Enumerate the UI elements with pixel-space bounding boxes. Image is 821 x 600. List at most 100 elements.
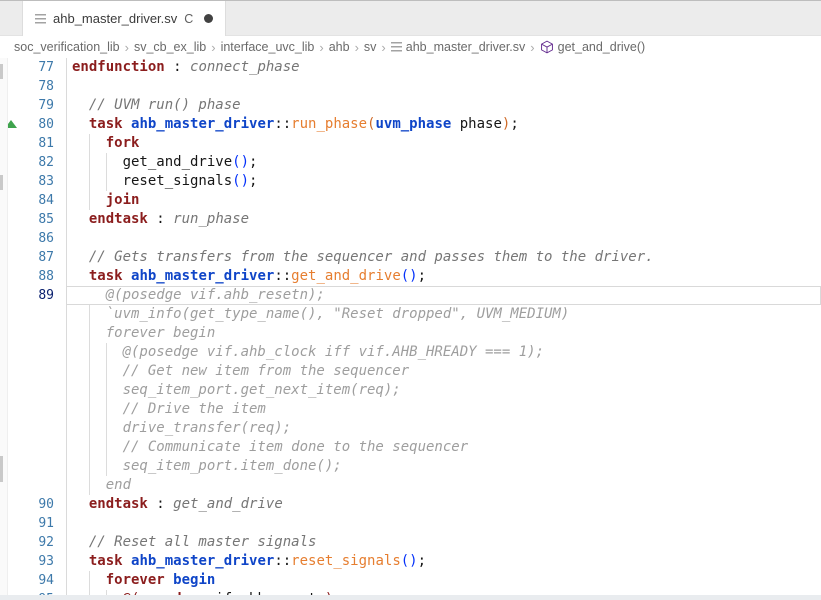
- breadcrumb-item-ahb[interactable]: ahb: [329, 40, 350, 54]
- breadcrumb: soc_verification_lib › sv_cb_ex_lib › in…: [0, 36, 821, 58]
- tab-ahb-master-driver[interactable]: ahb_master_driver.sv C: [22, 1, 226, 36]
- code-line[interactable]: 79 // UVM run() phase: [0, 96, 821, 115]
- code-line[interactable]: 87 // Gets transfers from the sequencer …: [0, 248, 821, 267]
- code-line[interactable]: 78: [0, 77, 821, 96]
- code-line[interactable]: 93 task ahb_master_driver::reset_signals…: [0, 552, 821, 571]
- code-line[interactable]: drive_transfer(req);: [0, 419, 821, 438]
- breadcrumb-item-symbol[interactable]: get_and_drive(): [540, 40, 646, 54]
- code-line[interactable]: 80 task ahb_master_driver::run_phase(uvm…: [0, 115, 821, 134]
- chevron-right-icon: ›: [211, 40, 215, 55]
- code-text: // UVM run() phase: [72, 96, 241, 115]
- breadcrumb-item-file[interactable]: ahb_master_driver.sv: [391, 40, 526, 54]
- code-line[interactable]: 92 // Reset all master signals: [0, 533, 821, 552]
- line-number[interactable]: 94: [0, 571, 54, 590]
- breadcrumb-item-sv[interactable]: sv: [364, 40, 377, 54]
- code-text: end: [72, 476, 131, 495]
- code-line[interactable]: 89 @(posedge vif.ahb_resetn);: [0, 286, 821, 305]
- code-area[interactable]: 77 endfunction : connect_phase 7879 // UVM…: [0, 58, 821, 600]
- bottom-scrollbar-area[interactable]: [0, 595, 821, 600]
- strip-mark: [0, 64, 3, 79]
- code-line[interactable]: // Drive the item: [0, 400, 821, 419]
- code-line[interactable]: // Get new item from the sequencer: [0, 362, 821, 381]
- breadcrumb-symbol-label: get_and_drive(): [558, 40, 646, 54]
- code-text: seq_item_port.item_done();: [72, 457, 342, 476]
- code-text: @(posedge vif.ahb_resetn);: [72, 286, 325, 305]
- line-number[interactable]: 84: [0, 191, 54, 210]
- code-line[interactable]: 90 endtask : get_and_drive: [0, 495, 821, 514]
- code-line[interactable]: seq_item_port.get_next_item(req);: [0, 381, 821, 400]
- code-line[interactable]: // Communicate item done to the sequence…: [0, 438, 821, 457]
- code-text: task ahb_master_driver::get_and_drive();: [72, 267, 426, 286]
- code-text: endtask : get_and_drive: [72, 495, 283, 514]
- line-number[interactable]: 93: [0, 552, 54, 571]
- code-text: reset_signals();: [72, 172, 257, 191]
- line-number[interactable]: 78: [0, 77, 54, 96]
- code-line[interactable]: 85 endtask : run_phase: [0, 210, 821, 229]
- tab-bar: ahb_master_driver.sv C: [0, 1, 821, 36]
- code-line[interactable]: 83 reset_signals();: [0, 172, 821, 191]
- code-text: @(posedge vif.ahb_clock iff vif.AHB_HREA…: [72, 343, 544, 362]
- file-lines-icon: [35, 14, 46, 24]
- vscode-editor-window: ahb_master_driver.sv C soc_verification_…: [0, 0, 821, 600]
- line-number[interactable]: 82: [0, 153, 54, 172]
- code-line[interactable]: 81 fork: [0, 134, 821, 153]
- breadcrumb-item-soc-verification-lib[interactable]: soc_verification_lib: [14, 40, 120, 54]
- code-text: drive_transfer(req);: [72, 419, 291, 438]
- code-text: seq_item_port.get_next_item(req);: [72, 381, 401, 400]
- code-line[interactable]: 82 get_and_drive();: [0, 153, 821, 172]
- line-number[interactable]: 81: [0, 134, 54, 153]
- code-text: task ahb_master_driver::reset_signals();: [72, 552, 426, 571]
- code-text: endfunction : connect_phase: [72, 58, 300, 77]
- code-text: // Get new item from the sequencer: [72, 362, 409, 381]
- code-text: // Drive the item: [72, 400, 266, 419]
- code-line[interactable]: 77 endfunction : connect_phase: [0, 58, 821, 77]
- line-number[interactable]: 90: [0, 495, 54, 514]
- code-text: // Communicate item done to the sequence…: [72, 438, 468, 457]
- code-line[interactable]: forever begin: [0, 324, 821, 343]
- line-number[interactable]: 89: [0, 286, 54, 305]
- code-text: forever begin: [72, 324, 215, 343]
- code-line[interactable]: `uvm_info(get_type_name(), "Reset droppe…: [0, 305, 821, 324]
- git-status-badge: C: [184, 12, 193, 26]
- modified-dot-icon[interactable]: [204, 14, 213, 23]
- code-line[interactable]: 94 forever begin: [0, 571, 821, 590]
- code-line[interactable]: 88 task ahb_master_driver::get_and_drive…: [0, 267, 821, 286]
- line-number[interactable]: 83: [0, 172, 54, 191]
- code-line[interactable]: 84 join: [0, 191, 821, 210]
- line-number[interactable]: 92: [0, 533, 54, 552]
- left-edge-strip: [0, 58, 8, 600]
- line-number[interactable]: 87: [0, 248, 54, 267]
- chevron-right-icon: ›: [125, 40, 129, 55]
- line-number[interactable]: 86: [0, 229, 54, 248]
- line-number[interactable]: 88: [0, 267, 54, 286]
- chevron-right-icon: ›: [530, 40, 534, 55]
- code-text: forever begin: [72, 571, 215, 590]
- code-text: `uvm_info(get_type_name(), "Reset droppe…: [72, 305, 569, 324]
- chevron-right-icon: ›: [355, 40, 359, 55]
- line-number[interactable]: 79: [0, 96, 54, 115]
- line-number[interactable]: 77: [0, 58, 54, 77]
- code-text: task ahb_master_driver::run_phase(uvm_ph…: [72, 115, 519, 134]
- symbol-method-icon: [540, 40, 554, 54]
- code-line[interactable]: seq_item_port.item_done();: [0, 457, 821, 476]
- breadcrumb-file-label: ahb_master_driver.sv: [406, 40, 526, 54]
- code-text: join: [72, 191, 139, 210]
- strip-mark: [0, 456, 3, 482]
- code-line[interactable]: @(posedge vif.ahb_clock iff vif.AHB_HREA…: [0, 343, 821, 362]
- code-text: get_and_drive();: [72, 153, 257, 172]
- breadcrumb-item-sv-cb-ex-lib[interactable]: sv_cb_ex_lib: [134, 40, 206, 54]
- tab-title: ahb_master_driver.sv: [53, 11, 177, 26]
- chevron-right-icon: ›: [319, 40, 323, 55]
- editor[interactable]: 77 endfunction : connect_phase 7879 // UVM…: [0, 58, 821, 600]
- file-lines-icon: [391, 42, 402, 52]
- line-number[interactable]: 91: [0, 514, 54, 533]
- strip-mark: [0, 175, 3, 190]
- code-line[interactable]: 86: [0, 229, 821, 248]
- code-text: endtask : run_phase: [72, 210, 249, 229]
- chevron-right-icon: ›: [381, 40, 385, 55]
- line-number[interactable]: 85: [0, 210, 54, 229]
- breadcrumb-item-interface-uvc-lib[interactable]: interface_uvc_lib: [221, 40, 315, 54]
- line-number[interactable]: 80: [0, 115, 54, 134]
- code-line[interactable]: 91: [0, 514, 821, 533]
- code-line[interactable]: end: [0, 476, 821, 495]
